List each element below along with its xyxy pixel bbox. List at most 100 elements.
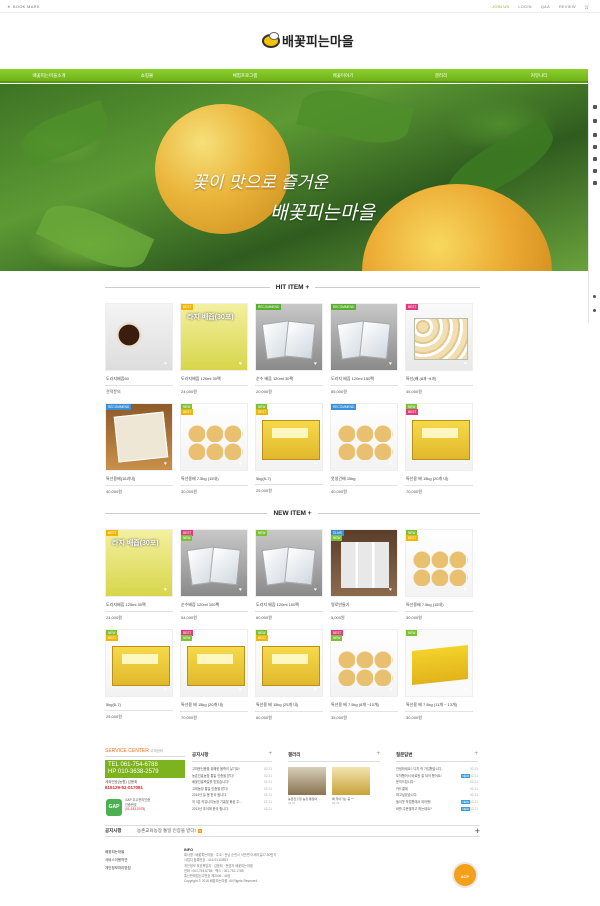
camera-icon[interactable] xyxy=(593,181,597,185)
plus-icon[interactable]: + xyxy=(475,826,480,836)
home-icon[interactable] xyxy=(593,105,597,109)
list-item[interactable]: 저 3분 커뮤니티농장 기흥할 화된 주... 02.21 xyxy=(192,799,272,806)
product-image[interactable]: NEW ♥ xyxy=(405,629,473,697)
product-image[interactable]: DLMS NEW ♥ xyxy=(330,529,398,597)
heart-icon[interactable]: ♥ xyxy=(239,462,244,467)
heart-icon[interactable]: ♥ xyxy=(314,688,319,693)
scroll-bottom-icon[interactable] xyxy=(593,309,596,312)
nav-item-community[interactable]: 커뮤니티 xyxy=(490,69,588,81)
product-card[interactable]: NEW BEST ♥ 5kg(5-7) 25,000원 xyxy=(105,629,173,729)
product-name[interactable]: 순수배즙 120ml 100팩 xyxy=(180,602,248,608)
list-item-title[interactable]: 배꽃진흥축일를 받았습니다! xyxy=(192,779,229,786)
product-name[interactable]: 특선용배 7.5kg (15내) xyxy=(405,602,473,608)
gallery-thumbnail[interactable] xyxy=(288,767,326,795)
product-card[interactable]: BEST ♥ 특선(배 (8과~9과) 45,000원 xyxy=(405,303,473,403)
site-logo[interactable]: 배꽃피는마을 xyxy=(262,30,354,52)
product-name[interactable]: 특선용 배 15kg (25개 내) xyxy=(255,702,323,708)
product-card[interactable]: NEW BEST ♥ 5kg(5-7) 25,000원 xyxy=(255,403,323,503)
product-image[interactable]: BEST NEW ♥ xyxy=(330,629,398,697)
login-link[interactable]: LOGIN xyxy=(518,4,531,9)
product-card[interactable]: RECOMMEND ♥ 특선용배(16과내) 40,000원 xyxy=(105,403,173,503)
list-item[interactable]: 2013년 추석에 한국 합니다. 02.21 xyxy=(192,806,272,813)
cart-icon[interactable]: 🛒 xyxy=(585,4,590,9)
product-name[interactable]: 도라지배즙 120ml 30팩 xyxy=(180,376,248,382)
product-image[interactable]: ♥ xyxy=(105,303,173,371)
list-item-title[interactable]: 안녕하세요? 다치 작 가입했습니다. xyxy=(396,766,442,773)
list-item[interactable]: 바를 주문할려고 하는데요? NEW02.21 xyxy=(396,806,478,813)
heart-icon[interactable]: ♥ xyxy=(389,462,394,467)
product-name[interactable]: 도라지배즙50 xyxy=(105,376,173,382)
product-name[interactable]: 특선용 배 7.5kg (8개 ~10개) xyxy=(330,702,398,708)
heart-icon[interactable]: ♥ xyxy=(164,462,169,467)
nav-item-shop[interactable]: 쇼핑몰 xyxy=(98,69,196,81)
heart-icon[interactable]: ♥ xyxy=(239,688,244,693)
product-image[interactable]: 라지 배즙(30포) BEST ♥ xyxy=(180,303,248,371)
qna-link[interactable]: Q&A xyxy=(541,4,550,9)
bookmark-link[interactable]: ★ BOOK MARK xyxy=(7,4,40,9)
hit-item-title[interactable]: HIT ITEM + xyxy=(105,282,480,292)
list-item[interactable]: 배꽃진흥축일를 받았습니다! 02.21 xyxy=(192,779,272,786)
product-image[interactable]: NEW ♥ xyxy=(255,529,323,597)
more-icon[interactable]: + xyxy=(376,751,380,758)
heart-icon[interactable]: ♥ xyxy=(314,462,319,467)
list-item[interactable]: 고희농장 통일 인증을 받다! 02.21 xyxy=(192,786,272,793)
more-icon[interactable]: + xyxy=(268,751,272,758)
product-name[interactable]: 도라지 배즙 120ml 100팩 xyxy=(255,602,323,608)
product-image[interactable]: NEW BEST ♥ xyxy=(405,529,473,597)
user-icon[interactable] xyxy=(593,133,597,137)
footer-link-home[interactable]: 배꽃피는마을 xyxy=(105,848,131,856)
product-image[interactable]: BEST ♥ xyxy=(405,303,473,371)
product-card[interactable]: ♥ 도라지배즙50 견적문의 xyxy=(105,303,173,403)
cart-icon[interactable] xyxy=(593,145,597,149)
product-card[interactable]: BEST NEW ♥ 순수배즙 120ml 100팩 54,000원 xyxy=(180,529,248,629)
heart-icon[interactable]: ♥ xyxy=(164,362,169,367)
list-item[interactable]: 2014년 늘 봄 한국 됩니다. 02.21 xyxy=(192,792,272,799)
gallery-thumbnail[interactable] xyxy=(332,767,370,795)
more-icon[interactable]: + xyxy=(474,751,478,758)
product-card[interactable]: RECOMMEND ♥ 순수 배즙 120ml 30팩 20,000원 xyxy=(255,303,323,403)
product-name[interactable]: 못생긴배 15kg xyxy=(330,476,398,482)
heart-icon[interactable] xyxy=(593,169,597,173)
product-image[interactable]: NEW BEST ♥ xyxy=(180,403,248,471)
product-image[interactable]: 라지 배즙(30포) BEST ♥ xyxy=(105,529,173,597)
new-item-title[interactable]: NEW ITEM + xyxy=(105,508,481,518)
product-image[interactable]: BEST NEW ♥ xyxy=(180,529,248,597)
list-item[interactable]: 문의드립니다~ 02.21 xyxy=(396,779,478,786)
nav-item-intro[interactable]: 배꽃피는마을소개 xyxy=(0,69,98,81)
product-name[interactable]: 특선용 배 15kg (20개 내) xyxy=(180,702,248,708)
product-card[interactable]: NEW ♥ 특선용 배 7.5kg (11개 ~ 13개) 30,000원 xyxy=(405,629,473,729)
heart-icon[interactable]: ♥ xyxy=(239,588,244,593)
product-name[interactable]: 5kg(5-7) xyxy=(105,702,173,707)
list-item[interactable]: 돌이웃 작업원에서 되어봤! NEW02.21 xyxy=(396,799,478,806)
product-card[interactable]: BEST NEW ♥ 특선용 배 15kg (20개 내) 70,000원 xyxy=(180,629,248,729)
product-image[interactable]: BEST NEW ♥ xyxy=(180,629,248,697)
list-item[interactable]: 도착했어서 바로왔 잘 되어 했어요! NEW02.21 xyxy=(396,773,478,780)
product-card[interactable]: NEW BEST ♥ 특선용 배 15kg (20개 내) 70,000원 xyxy=(405,403,473,503)
list-item-title[interactable]: 2013년 추석에 한국 합니다. xyxy=(192,806,229,813)
list-item-title[interactable]: 바를 주문할려고 하는데요? xyxy=(396,806,432,813)
list-item[interactable]: 안녕하세요? 다치 작 가입했습니다. 02.21 xyxy=(396,766,478,773)
product-card[interactable]: NEW BEST ♥ 특선용배 7.5kg (15내) 30,000원 xyxy=(180,403,248,503)
list-item-title[interactable]: 2014년 늘 봄 한국 됩니다. xyxy=(192,792,227,799)
heart-icon[interactable]: ♥ xyxy=(464,362,469,367)
product-image[interactable]: NEW BEST ♥ xyxy=(105,629,173,697)
search-icon[interactable] xyxy=(593,157,597,161)
nav-item-story[interactable]: 배꽃이야기 xyxy=(294,69,392,81)
product-name[interactable]: 도라지배즙 120ml 30팩 xyxy=(105,602,173,608)
heart-icon[interactable]: ♥ xyxy=(464,688,469,693)
review-link[interactable]: REVIEW xyxy=(559,4,576,9)
gallery-item[interactable]: 배 익어가는 중 ^^ 02.21 xyxy=(332,767,370,805)
list-item-title[interactable]: 고희농장 통일 인증을 받다! xyxy=(192,786,228,793)
product-image[interactable]: NEW BEST ♥ xyxy=(405,403,473,471)
product-card[interactable]: 라지 배즙(30포) BEST ♥ 도라지배즙 120ml 30팩 24,000원 xyxy=(105,529,173,629)
heart-icon[interactable]: ♥ xyxy=(389,688,394,693)
heart-icon[interactable]: ♥ xyxy=(464,462,469,467)
product-card[interactable]: BEST NEW ♥ 특선용 배 7.5kg (8개 ~10개) 35,000원 xyxy=(330,629,398,729)
list-item-title[interactable]: 돌이웃 작업원에서 되어봤! xyxy=(396,799,431,806)
list-item-title[interactable]: 문의드립니다~ xyxy=(396,779,415,786)
product-card[interactable]: RECOMMEND ♥ 못생긴배 15kg 40,000원 xyxy=(330,403,398,503)
product-name[interactable]: 명로만들기 xyxy=(330,602,398,608)
product-name[interactable]: 도라지 배즙 120ml 150팩 xyxy=(330,376,398,382)
product-name[interactable]: 특선용 배 15kg (20개 내) xyxy=(405,476,473,482)
list-item-title[interactable]: 도착했어서 바로왔 잘 되어 했어요! xyxy=(396,773,441,780)
